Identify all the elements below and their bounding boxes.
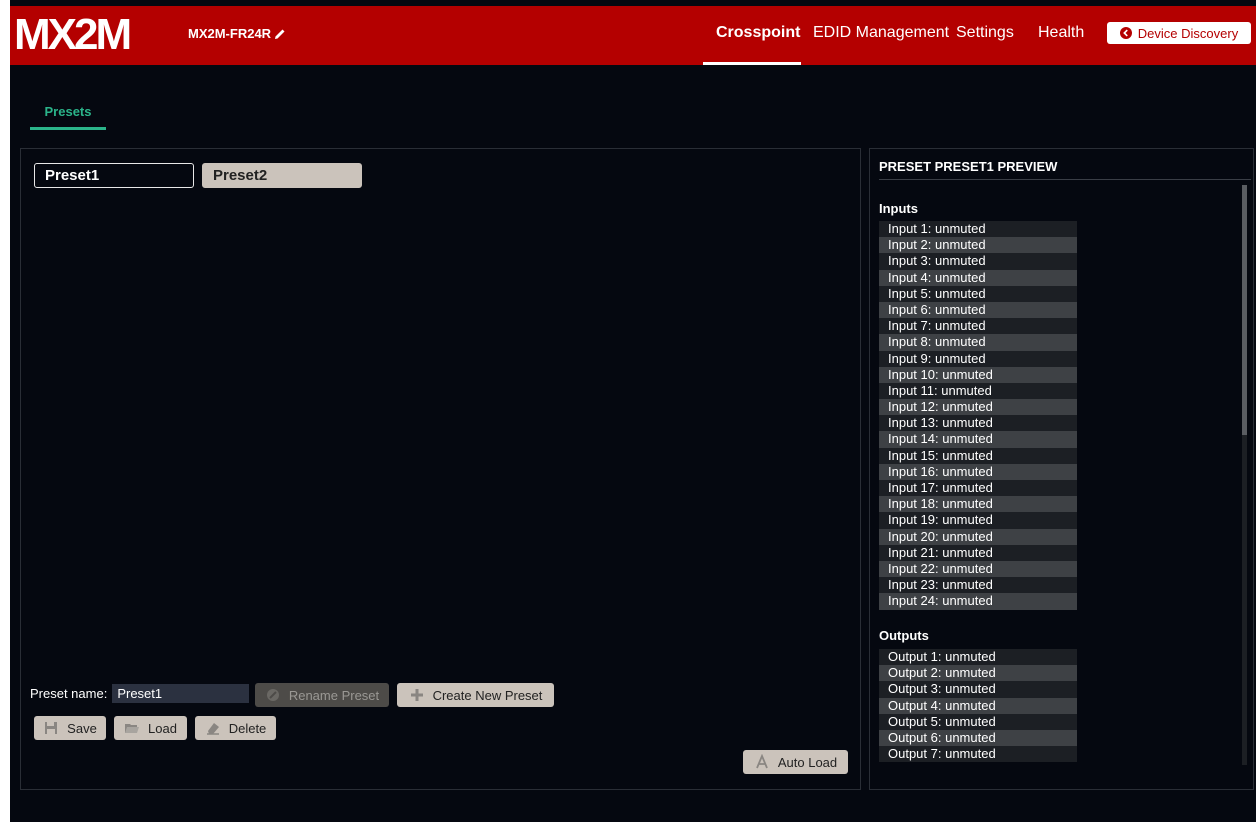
input-status-row: Input 8: unmuted [879, 334, 1077, 351]
load-label: Load [148, 720, 177, 736]
input-status-row: Input 17: unmuted [879, 480, 1077, 497]
app-frame: MX2M MX2M-FR24R Crosspoint EDID Manageme… [10, 0, 1256, 822]
mx2m-logo: MX2M [14, 12, 132, 54]
device-discovery-button[interactable]: Device Discovery [1107, 22, 1251, 44]
rename-preset-label: Rename Preset [288, 687, 380, 703]
nav-health[interactable]: Health [1038, 6, 1084, 65]
auto-load-button[interactable]: Auto Load [743, 750, 848, 774]
device-name-label: MX2M-FR24R [188, 26, 272, 41]
nav-settings[interactable]: Settings [956, 6, 1014, 65]
device-discovery-label: Device Discovery [1137, 25, 1239, 41]
preview-scroll-area[interactable]: Inputs Input 1: unmuted Input 2: unmuted I… [870, 185, 1253, 785]
input-status-row: Input 12: unmuted [879, 399, 1077, 416]
nav-edid-management[interactable]: EDID Management [813, 6, 949, 65]
input-status-row: Input 19: unmuted [879, 512, 1077, 529]
preview-scrollbar[interactable] [1242, 185, 1247, 765]
input-status-row: Input 24: unmuted [879, 593, 1077, 610]
preset-name-label: Preset name: [30, 686, 108, 701]
input-status-row: Input 3: unmuted [879, 253, 1077, 270]
input-status-row: Input 6: unmuted [879, 301, 1077, 319]
delete-label: Delete [228, 720, 267, 736]
nav-crosspoint[interactable]: Crosspoint [716, 6, 800, 65]
save-label: Save [67, 720, 97, 736]
nav-active-indicator [703, 62, 801, 65]
output-status-row: Output 6: unmuted [879, 729, 1077, 747]
input-status-row: Input 7: unmuted [879, 318, 1077, 335]
folder-open-icon [125, 724, 140, 733]
plus-icon [410, 689, 423, 701]
input-status-row: Input 18: unmuted [879, 496, 1077, 513]
auto-load-icon [756, 754, 768, 769]
inputs-heading: Inputs [879, 201, 918, 216]
back-arrow-icon [1119, 27, 1132, 39]
input-status-row: Input 22: unmuted [879, 560, 1077, 578]
auto-load-label: Auto Load [777, 754, 838, 770]
inputs-list: Input 1: unmuted Input 2: unmuted Input 3:… [879, 221, 1077, 610]
svg-text:MX2M: MX2M [14, 12, 129, 54]
input-status-row: Input 14: unmuted [879, 431, 1077, 448]
tab-presets[interactable]: Presets [30, 104, 106, 130]
input-status-row: Input 4: unmuted [879, 269, 1077, 286]
output-status-row: Output 1: unmuted [879, 649, 1077, 666]
output-status-row: Output 2: unmuted [879, 665, 1077, 682]
create-new-preset-button[interactable]: Create New Preset [397, 683, 554, 707]
preset-chip-preset1[interactable]: Preset1 [34, 163, 194, 188]
preview-scroll-thumb[interactable] [1242, 185, 1247, 435]
save-button[interactable]: Save [34, 716, 106, 740]
input-status-row: Input 23: unmuted [879, 577, 1077, 594]
presets-panel: Preset1 Preset2 Preset name: Rename Pres… [20, 148, 861, 790]
preview-title: PRESET PRESET1 PREVIEW [879, 159, 1251, 180]
output-status-row: Output 3: unmuted [879, 681, 1077, 698]
output-status-row: Output 5: unmuted [879, 713, 1077, 730]
rename-preset-button[interactable]: Rename Preset [255, 683, 389, 707]
input-status-row: Input 20: unmuted [879, 528, 1077, 545]
preset-name-row: Preset name: [30, 684, 250, 703]
input-status-row: Input 13: unmuted [879, 415, 1077, 432]
delete-button[interactable]: Delete [195, 716, 276, 740]
pencil-icon[interactable] [274, 28, 286, 40]
outputs-heading: Outputs [879, 628, 929, 643]
input-status-row: Input 16: unmuted [879, 463, 1077, 480]
input-status-row: Input 21: unmuted [879, 544, 1077, 561]
input-status-row: Input 10: unmuted [879, 366, 1077, 383]
device-name[interactable]: MX2M-FR24R [188, 26, 286, 41]
preset-name-input[interactable] [112, 684, 250, 703]
input-status-row: Input 5: unmuted [879, 285, 1077, 302]
rename-icon [266, 689, 279, 701]
output-status-row: Output 4: unmuted [879, 697, 1077, 714]
input-status-row: Input 2: unmuted [879, 237, 1077, 254]
preset-chip-preset2[interactable]: Preset2 [202, 163, 362, 188]
input-status-row: Input 1: unmuted [879, 221, 1077, 238]
load-button[interactable]: Load [114, 716, 187, 740]
output-status-row: Output 7: unmuted [879, 746, 1077, 763]
input-status-row: Input 15: unmuted [879, 447, 1077, 464]
top-bar: MX2M MX2M-FR24R Crosspoint EDID Manageme… [10, 6, 1256, 65]
create-new-preset-label: Create New Preset [432, 687, 543, 703]
eraser-icon [206, 723, 219, 735]
input-status-row: Input 9: unmuted [879, 350, 1077, 367]
preset-preview-panel: PRESET PRESET1 PREVIEW Inputs Input 1: u… [869, 148, 1254, 790]
input-status-row: Input 11: unmuted [879, 382, 1077, 400]
floppy-disk-icon [45, 722, 58, 734]
outputs-list: Output 1: unmuted Output 2: unmuted Output… [879, 649, 1077, 763]
